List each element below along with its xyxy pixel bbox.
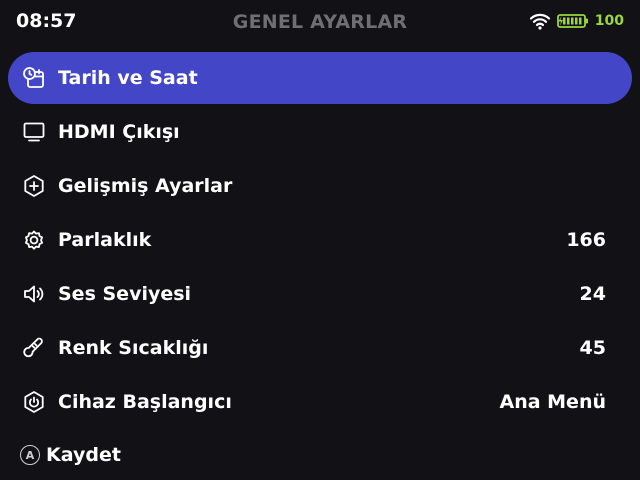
menu-item-value: Ana Menü	[499, 391, 606, 413]
battery-percent: 100	[594, 13, 624, 29]
save-action-label[interactable]: Kaydet	[46, 444, 121, 466]
menu-item-advanced-settings[interactable]: Gelişmiş Ayarlar	[8, 160, 632, 212]
gear-icon	[22, 228, 46, 252]
battery-charging-icon	[556, 13, 589, 29]
calendar-clock-icon	[22, 66, 46, 90]
menu-item-volume[interactable]: Ses Seviyesi 24	[8, 268, 632, 320]
hexagon-plus-icon	[22, 174, 46, 198]
status-indicators: 100	[529, 12, 624, 30]
menu-item-label: Tarih ve Saat	[58, 67, 198, 89]
menu-item-label: Cihaz Başlangıcı	[58, 391, 232, 413]
menu-item-label: Gelişmiş Ayarlar	[58, 175, 233, 197]
wifi-icon	[529, 12, 551, 30]
footer-hint: A Kaydet	[20, 444, 121, 466]
settings-menu: Tarih ve Saat HDMI Çıkışı Gelişmiş Ayarl…	[8, 52, 632, 430]
monitor-icon	[22, 120, 46, 144]
status-bar: 08:57 GENEL AYARLAR 100	[0, 0, 640, 46]
menu-item-label: HDMI Çıkışı	[58, 121, 180, 143]
speaker-icon	[22, 282, 46, 306]
menu-item-value: 24	[579, 283, 606, 305]
a-button-icon: A	[20, 445, 40, 465]
menu-item-value: 166	[566, 229, 606, 251]
power-icon	[22, 390, 46, 414]
menu-item-device-startup[interactable]: Cihaz Başlangıcı Ana Menü	[8, 376, 632, 428]
menu-item-label: Renk Sıcaklığı	[58, 337, 209, 359]
menu-item-label: Parlaklık	[58, 229, 152, 251]
menu-item-color-temperature[interactable]: Renk Sıcaklığı 45	[8, 322, 632, 374]
thermometer-icon	[22, 336, 46, 360]
menu-item-brightness[interactable]: Parlaklık 166	[8, 214, 632, 266]
menu-item-value: 45	[579, 337, 606, 359]
menu-item-hdmi-output[interactable]: HDMI Çıkışı	[8, 106, 632, 158]
menu-item-date-time[interactable]: Tarih ve Saat	[8, 52, 632, 104]
menu-item-label: Ses Seviyesi	[58, 283, 192, 305]
